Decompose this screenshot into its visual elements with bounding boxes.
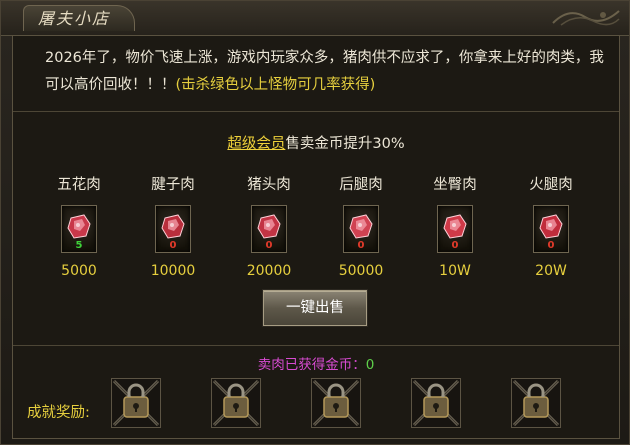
item-price: 5000 xyxy=(61,263,97,279)
item-price: 20000 xyxy=(246,263,292,279)
item-price: 10000 xyxy=(150,263,196,279)
reward-chest[interactable] xyxy=(311,378,361,428)
item-price: 10W xyxy=(439,263,471,279)
vip-link[interactable]: 超级会员 xyxy=(227,136,285,152)
meat-icon xyxy=(349,214,373,239)
reward-chest[interactable] xyxy=(411,378,461,428)
meat-icon xyxy=(67,214,91,239)
meat-item: 坐臀肉 0 10W xyxy=(415,173,495,279)
item-price: 20W xyxy=(535,263,567,279)
reward-chest[interactable] xyxy=(211,378,261,428)
window-title: 屠夫小店 xyxy=(23,5,135,31)
meat-item: 火腿肉 0 20W xyxy=(511,173,591,279)
locked-chest-icon xyxy=(412,379,460,427)
intro-highlight: (击杀绿色以上怪物可几率获得) xyxy=(175,77,376,93)
meat-name: 后腿肉 xyxy=(339,177,383,193)
item-slot[interactable]: 0 xyxy=(155,205,191,253)
divider xyxy=(13,111,619,112)
item-slot[interactable]: 5 xyxy=(61,205,97,253)
meat-name: 腱子肉 xyxy=(151,177,195,193)
earned-label: 卖肉已获得金币： xyxy=(257,357,366,373)
intro-text: 2026年了，物价飞速上涨，游戏内玩家众多，猪肉供不应求了，你拿来上好的肉类，我… xyxy=(45,45,605,99)
item-count: 0 xyxy=(357,240,365,251)
shop-window: 屠夫小店 2026年了，物价飞速上涨，游戏内玩家众多，猪肉供不应求了，你拿来上好… xyxy=(0,0,630,445)
locked-chest-icon xyxy=(112,379,160,427)
meat-icon xyxy=(443,214,467,239)
item-slot[interactable]: 0 xyxy=(251,205,287,253)
earned-gold: 卖肉已获得金币：0 xyxy=(1,353,630,373)
vip-bonus-text: 售卖金币提升30% xyxy=(285,136,405,152)
item-slot[interactable]: 0 xyxy=(437,205,473,253)
item-slot[interactable]: 0 xyxy=(533,205,569,253)
item-count: 0 xyxy=(451,240,459,251)
locked-chest-icon xyxy=(512,379,560,427)
meat-name: 坐臀肉 xyxy=(433,177,477,193)
item-slot[interactable]: 0 xyxy=(343,205,379,253)
sell-all-button[interactable]: 一键出售 xyxy=(263,290,367,326)
meat-item: 猪头肉 0 20000 xyxy=(229,173,309,279)
reward-label: 成就奖励: xyxy=(27,405,90,421)
item-count: 5 xyxy=(75,240,83,251)
meat-icon xyxy=(257,214,281,239)
vip-bonus: 超级会员售卖金币提升30% xyxy=(1,132,630,153)
ornament-icon xyxy=(552,10,620,26)
item-count: 0 xyxy=(265,240,273,251)
divider xyxy=(13,345,619,346)
earned-value: 0 xyxy=(365,357,375,373)
meat-name: 五花肉 xyxy=(57,177,101,193)
meat-name: 猪头肉 xyxy=(247,177,291,193)
locked-chest-icon xyxy=(212,379,260,427)
item-count: 0 xyxy=(547,240,555,251)
meat-item: 五花肉 5 5000 xyxy=(39,173,119,279)
reward-chest[interactable] xyxy=(511,378,561,428)
item-price: 50000 xyxy=(338,263,384,279)
meat-item: 腱子肉 0 10000 xyxy=(133,173,213,279)
meat-icon xyxy=(539,214,563,239)
meat-name: 火腿肉 xyxy=(529,177,573,193)
item-count: 0 xyxy=(169,240,177,251)
locked-chest-icon xyxy=(312,379,360,427)
meat-item: 后腿肉 0 50000 xyxy=(321,173,401,279)
reward-chest[interactable] xyxy=(111,378,161,428)
meat-icon xyxy=(161,214,185,239)
titlebar: 屠夫小店 xyxy=(1,1,629,36)
